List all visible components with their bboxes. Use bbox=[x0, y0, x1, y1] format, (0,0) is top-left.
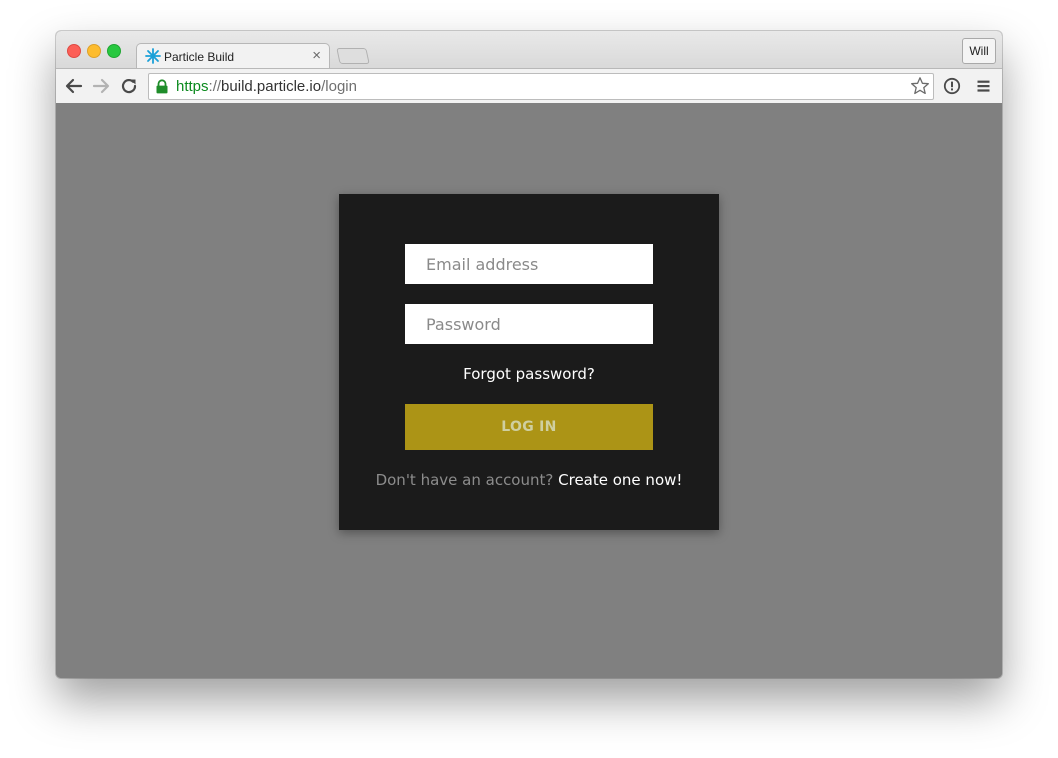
close-window-button[interactable] bbox=[67, 44, 81, 58]
back-arrow-icon[interactable] bbox=[63, 75, 85, 97]
profile-button[interactable]: Will bbox=[962, 38, 996, 64]
hamburger-menu-icon[interactable] bbox=[973, 75, 995, 97]
create-account-link[interactable]: Create one now! bbox=[558, 471, 682, 489]
url-text: https://build.particle.io/login bbox=[176, 78, 357, 95]
url-scheme: https bbox=[176, 78, 209, 95]
url-host: build.particle.io bbox=[221, 78, 322, 95]
info-icon[interactable] bbox=[941, 75, 963, 97]
address-bar[interactable]: https://build.particle.io/login bbox=[148, 73, 934, 100]
tab-particle-build[interactable]: Particle Build × bbox=[136, 43, 330, 70]
new-tab-button[interactable] bbox=[336, 48, 370, 64]
login-button[interactable]: LOG IN bbox=[405, 404, 653, 450]
browser-toolbar: https://build.particle.io/login bbox=[56, 68, 1002, 105]
tab-strip: Particle Build × Will bbox=[56, 31, 1002, 70]
forward-arrow-icon[interactable] bbox=[90, 75, 112, 97]
reload-icon[interactable] bbox=[118, 75, 140, 97]
signup-row: Don't have an account? Create one now! bbox=[339, 471, 719, 489]
url-separator: :// bbox=[208, 78, 222, 95]
particle-star-icon bbox=[145, 48, 161, 64]
lock-icon bbox=[155, 79, 169, 99]
url-path: /login bbox=[321, 78, 357, 95]
browser-window: Particle Build × Will https://build.part… bbox=[56, 31, 1002, 678]
signup-prompt: Don't have an account? bbox=[375, 471, 554, 489]
login-card: Forgot password? LOG IN Don't have an ac… bbox=[339, 194, 719, 530]
page-viewport: Forgot password? LOG IN Don't have an ac… bbox=[56, 103, 1002, 678]
email-field[interactable] bbox=[405, 244, 653, 284]
minimize-window-button[interactable] bbox=[87, 44, 101, 58]
tab-close-icon[interactable]: × bbox=[312, 47, 321, 65]
zoom-window-button[interactable] bbox=[107, 44, 121, 58]
password-field[interactable] bbox=[405, 304, 653, 344]
forgot-password-link[interactable]: Forgot password? bbox=[339, 365, 719, 383]
star-icon[interactable] bbox=[910, 76, 930, 101]
tab-title: Particle Build bbox=[164, 50, 235, 64]
